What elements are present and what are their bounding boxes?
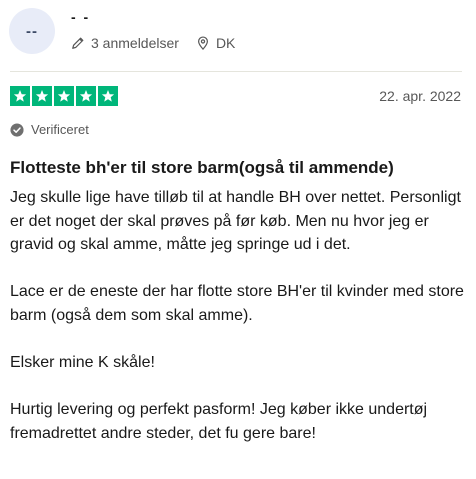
reviewer-name[interactable]: - - bbox=[71, 8, 235, 28]
review-date: 22. apr. 2022 bbox=[379, 88, 461, 104]
star-box bbox=[76, 86, 96, 106]
review-title[interactable]: Flotteste bh'er til store barm(også til … bbox=[10, 158, 394, 178]
star-icon bbox=[101, 90, 115, 102]
star-box bbox=[54, 86, 74, 106]
verified-check-icon bbox=[10, 122, 24, 137]
star-icon bbox=[79, 90, 93, 102]
review-paragraph: Hurtig levering og perfekt pasform! Jeg … bbox=[10, 401, 428, 442]
star-box bbox=[32, 86, 52, 106]
verified-label: Verificeret bbox=[31, 122, 89, 137]
star-box bbox=[98, 86, 118, 106]
star-icon bbox=[13, 90, 27, 102]
review-count: 3 anmeldelser bbox=[71, 35, 179, 51]
review-paragraph: Jeg skulle lige have tilløb til at handl… bbox=[10, 189, 461, 254]
star-icon bbox=[35, 90, 49, 102]
review-body: Jeg skulle lige have tilløb til at handl… bbox=[10, 186, 470, 469]
review-card: -- - - 3 anmeldelser DK 22. apr. 2022 Ve… bbox=[0, 0, 476, 479]
review-paragraph: Elsker mine K skåle! bbox=[10, 354, 155, 372]
reviewer-header: -- - - 3 anmeldelser DK bbox=[9, 8, 235, 54]
divider bbox=[10, 71, 462, 72]
reviewer-meta: 3 anmeldelser DK bbox=[71, 35, 235, 51]
star-rating bbox=[10, 86, 120, 106]
verified-badge[interactable]: Verificeret bbox=[10, 122, 89, 137]
location-pin-icon bbox=[197, 36, 208, 50]
review-paragraph: Lace er de eneste der har flotte store B… bbox=[10, 283, 464, 324]
review-count-label: 3 anmeldelser bbox=[91, 35, 179, 51]
avatar[interactable]: -- bbox=[9, 8, 55, 54]
country-label: DK bbox=[215, 35, 236, 51]
reviewer-info: - - 3 anmeldelser DK bbox=[71, 8, 235, 51]
reviewer-country: DK bbox=[196, 35, 235, 51]
pencil-icon bbox=[72, 37, 84, 49]
star-box bbox=[10, 86, 30, 106]
star-icon bbox=[57, 90, 71, 102]
